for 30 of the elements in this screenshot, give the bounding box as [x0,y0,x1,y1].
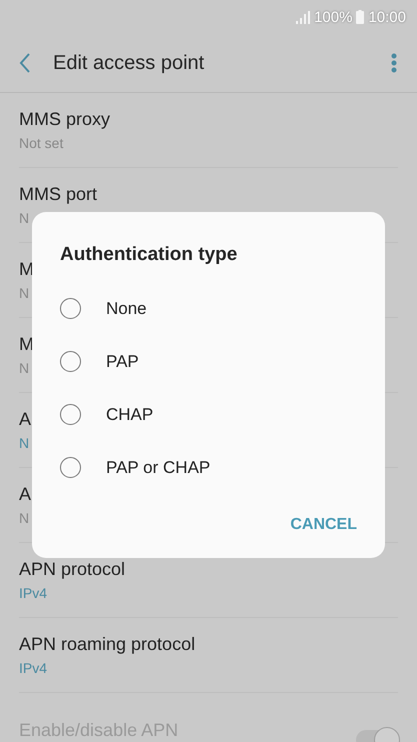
setting-title: APN protocol [19,559,126,580]
signal-icon [296,10,310,24]
option-label: PAP or CHAP [106,458,210,478]
radio-option[interactable]: None [60,282,357,335]
setting-title: MMS proxy [19,109,110,130]
radio-option[interactable]: PAP or CHAP [60,441,357,494]
setting-title: MMS port [19,184,98,205]
setting-value: N [19,510,30,526]
setting-value: IPv4 [19,585,48,601]
setting-title: A [19,409,32,430]
setting-title: A [19,484,32,505]
option-label: PAP [106,352,139,372]
setting-value: N [19,360,30,376]
setting-value: Not set [19,135,64,151]
option-label: None [106,298,147,318]
radio-option[interactable]: CHAP [60,388,357,441]
setting-title: APN roaming protocol [19,634,196,655]
setting-value: N [19,285,30,301]
battery-icon [356,10,364,24]
setting-value: N [19,435,30,451]
setting-value: N [19,210,30,226]
back-button[interactable] [18,52,32,74]
radio-option[interactable]: PAP [60,335,357,388]
settings-item[interactable]: MMS proxy Not set [19,93,398,168]
setting-value: IPv4 [19,660,48,676]
option-label: CHAP [106,404,154,424]
dialog-title: Authentication type [60,244,238,266]
more-options-button[interactable] [391,53,397,73]
screen-title: Edit access point [53,52,206,74]
settings-item[interactable]: APN roaming protocol IPv4 [19,618,398,693]
